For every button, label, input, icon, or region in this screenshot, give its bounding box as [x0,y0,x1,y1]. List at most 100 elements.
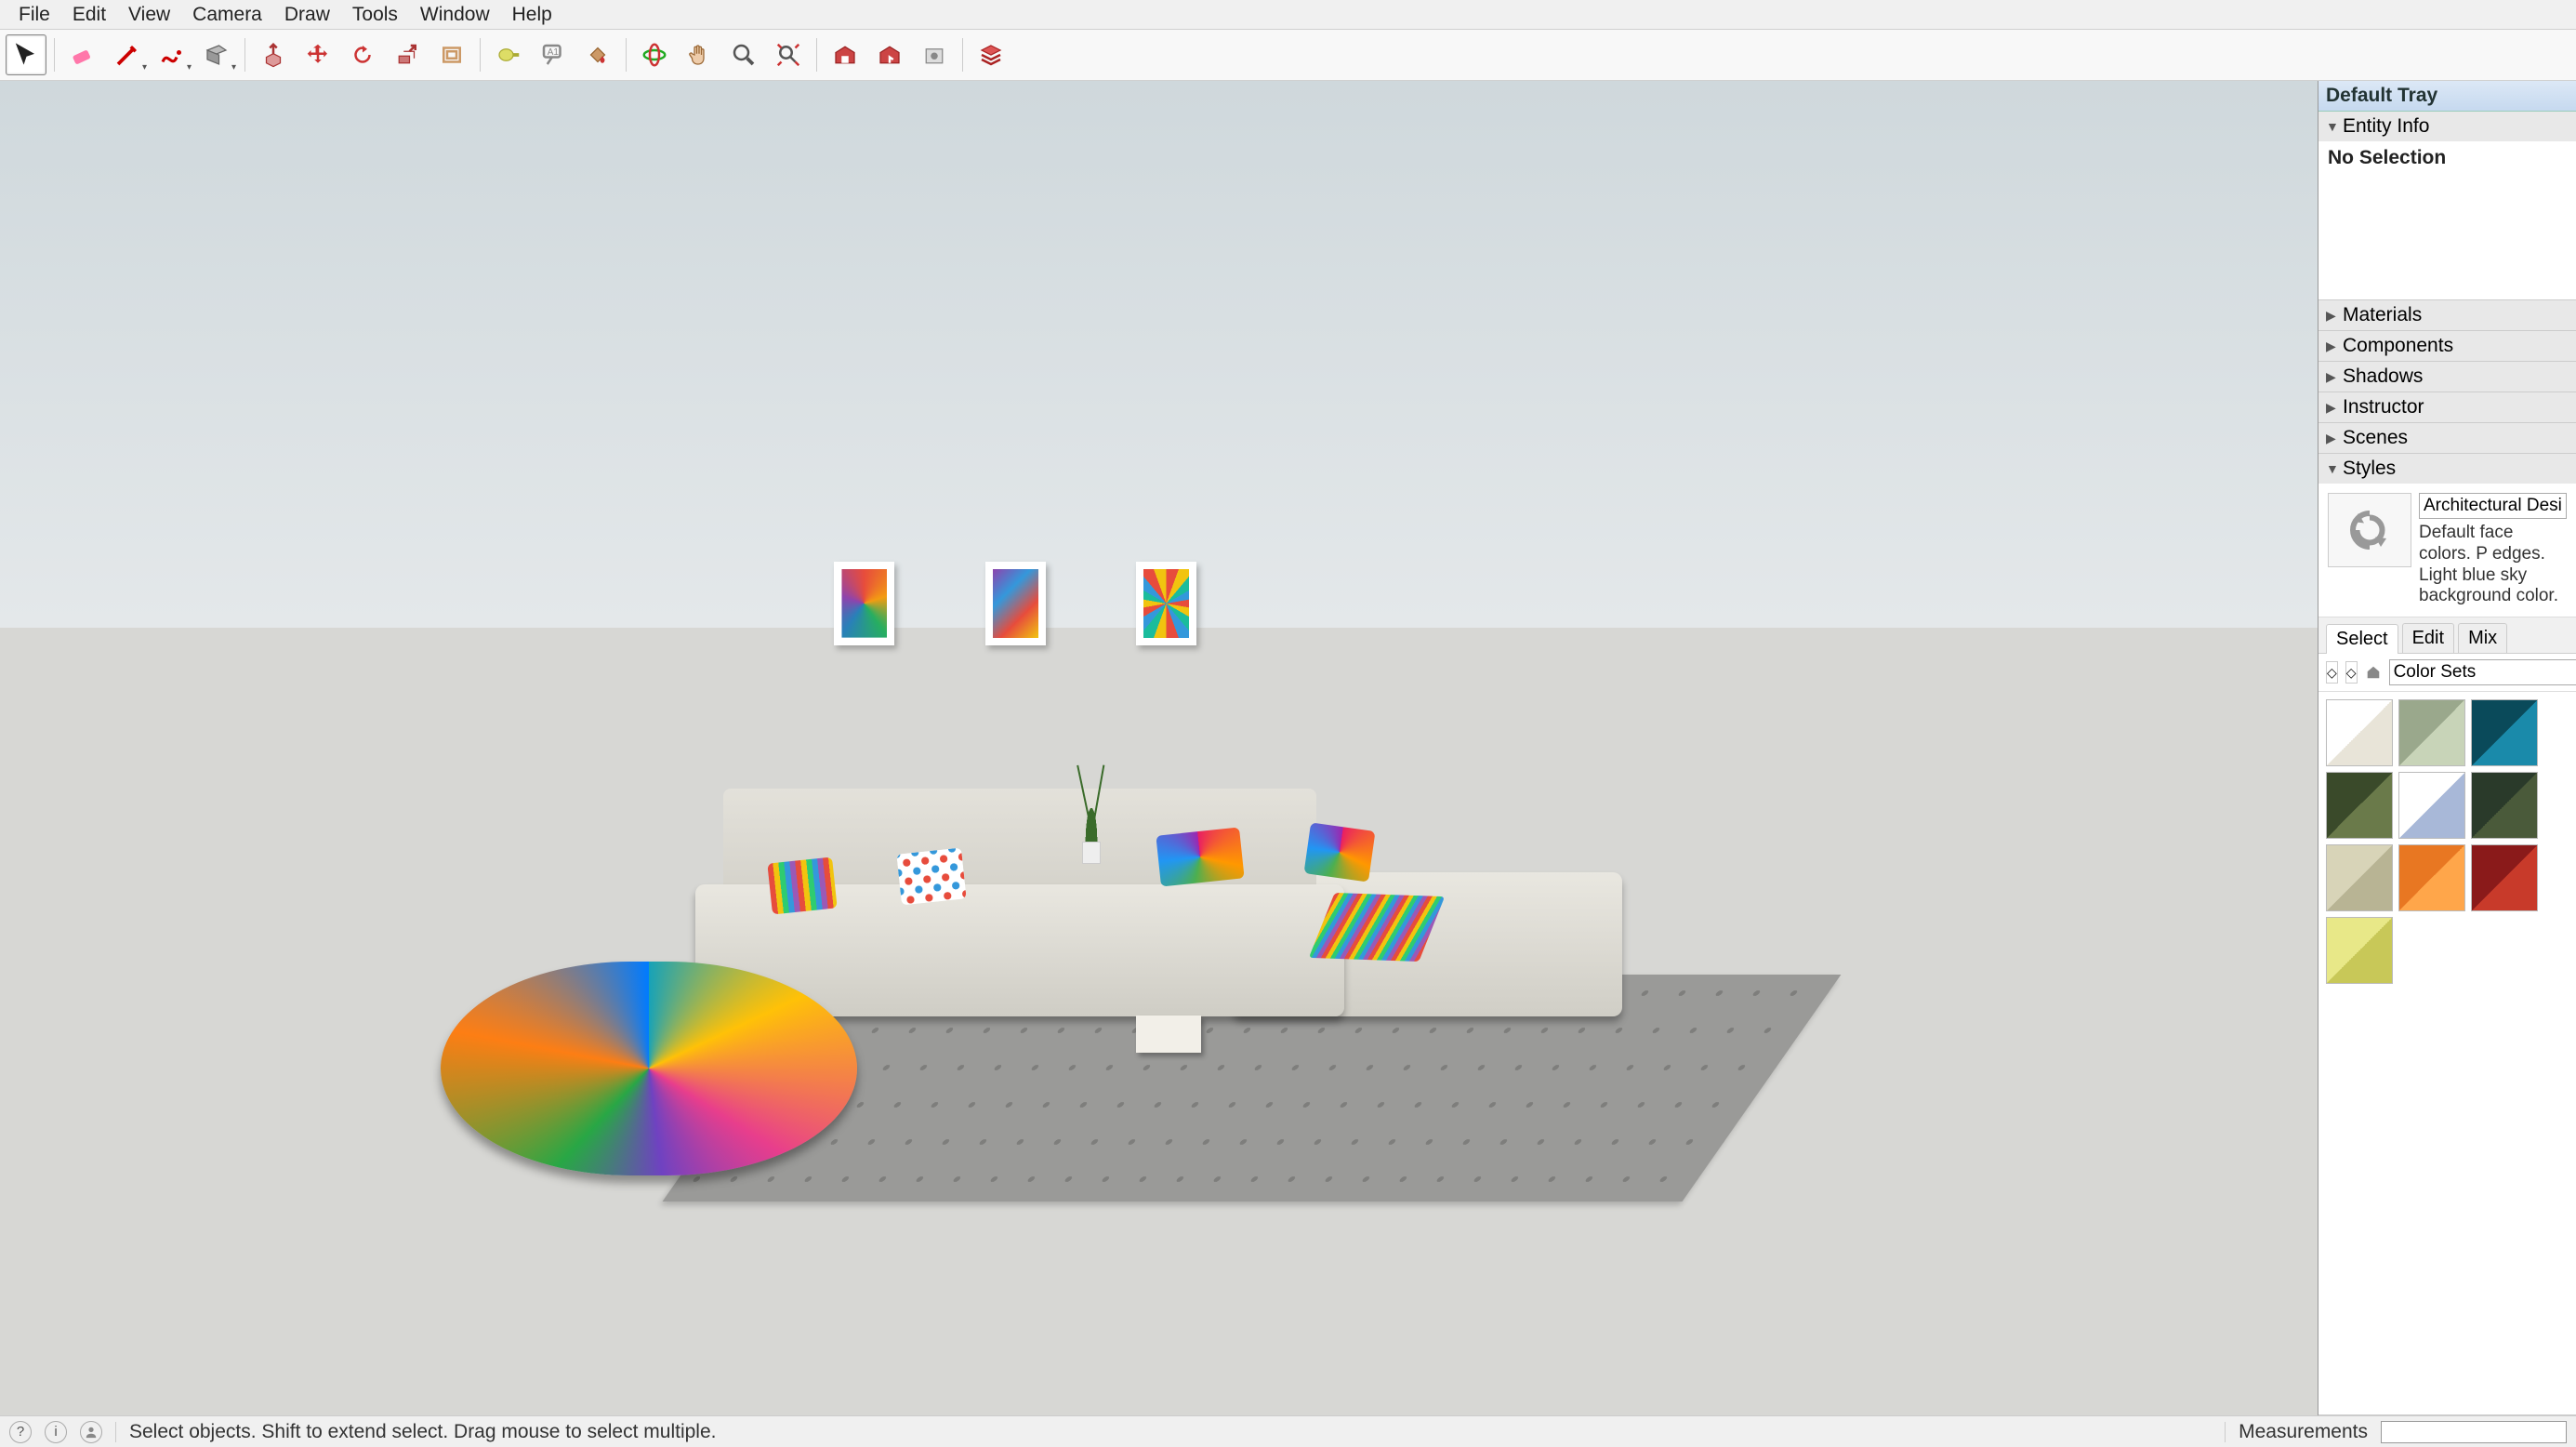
styles-nav-home[interactable] [2365,661,2382,684]
tool-scale[interactable] [387,34,428,75]
tray-head-components[interactable]: ▶ Components [2318,331,2576,361]
tool-layers[interactable] [971,34,1011,75]
style-swatch[interactable] [2326,917,2393,984]
model-beanbag [441,962,858,1175]
tool-pushpull[interactable] [253,34,294,75]
style-swatch[interactable] [2471,844,2538,911]
model-pillow-dots [897,847,967,905]
tray-head-entity-info[interactable]: ▼ Entity Info [2318,112,2576,141]
styles-collection-input[interactable] [2389,659,2576,685]
caret-right-icon: ▶ [2326,369,2337,385]
styles-nav-fwd[interactable]: ◇ [2345,661,2358,684]
style-swatch[interactable] [2398,772,2465,839]
style-swatch[interactable] [2398,699,2465,766]
menu-tools[interactable]: Tools [341,0,409,30]
model-wall-art-2 [985,562,1046,645]
tray-label-scenes: Scenes [2343,427,2408,449]
tray-label-components: Components [2343,335,2453,357]
svg-text:A1: A1 [548,47,560,58]
caret-right-icon: ▶ [2326,400,2337,416]
default-tray: Default Tray ▼ Entity Info No Selection … [2318,81,2576,1415]
separator [54,38,55,72]
tool-line[interactable]: ▾ [107,34,148,75]
menu-file[interactable]: File [7,0,61,30]
tool-share-model[interactable] [869,34,910,75]
model-wall-art-3 [1136,562,1196,645]
home-icon [2365,664,2382,681]
tool-paint[interactable] [577,34,618,75]
tool-eraser[interactable] [62,34,103,75]
viewport-3d[interactable] [0,81,2318,1415]
tool-move[interactable] [297,34,338,75]
style-swatch[interactable] [2471,699,2538,766]
tool-rotate[interactable] [342,34,383,75]
menu-draw[interactable]: Draw [273,0,341,30]
styles-preview: Default face colors. P edges. Light blue… [2318,484,2576,617]
tray-label-instructor: Instructor [2343,396,2424,418]
tool-zoom-extents[interactable] [768,34,809,75]
styles-grid [2318,692,2576,1017]
entity-info-status: No Selection [2328,147,2446,168]
styles-tab-select[interactable]: Select [2326,624,2398,654]
tool-orbit[interactable] [634,34,675,75]
tool-zoom[interactable] [723,34,764,75]
menu-help[interactable]: Help [501,0,563,30]
entity-info-body: No Selection [2318,141,2576,299]
separator [816,38,817,72]
model-ottoman [1136,1016,1201,1053]
measurements-input[interactable] [2381,1421,2567,1443]
toolbar: ▾ ▾ ▾ A1 [0,30,2576,81]
style-thumbnail-current[interactable] [2328,493,2411,567]
styles-nav-back[interactable]: ◇ [2326,661,2338,684]
model-plant [1077,762,1105,864]
separator [480,38,481,72]
model-pillow-geo-1 [1156,827,1245,886]
status-hint: Select objects. Shift to extend select. … [129,1421,716,1443]
tool-text[interactable]: A1 [533,34,574,75]
tray-head-instructor[interactable]: ▶ Instructor [2318,392,2576,422]
status-help-icon[interactable]: ? [9,1421,32,1443]
menu-camera[interactable]: Camera [181,0,273,30]
styles-nav-bar: ◇ ◇ [2318,654,2576,692]
tool-rectangle[interactable]: ▾ [196,34,237,75]
status-info-icon[interactable]: i [45,1421,67,1443]
tray-head-scenes[interactable]: ▶ Scenes [2318,423,2576,453]
tool-offset[interactable] [431,34,472,75]
caret-right-icon: ▶ [2326,339,2337,354]
tool-extension-warehouse[interactable] [914,34,955,75]
separator [962,38,963,72]
tray-label-materials: Materials [2343,304,2422,326]
model-pillow-geo-2 [1304,822,1376,882]
tool-pan[interactable] [679,34,720,75]
style-swatch[interactable] [2398,844,2465,911]
tool-freehand[interactable]: ▾ [152,34,192,75]
menu-view[interactable]: View [117,0,181,30]
menu-bar: File Edit View Camera Draw Tools Window … [0,0,2576,30]
tray-head-styles[interactable]: ▼ Styles [2318,454,2576,484]
style-name-input[interactable] [2419,493,2567,519]
caret-down-icon: ▼ [2326,461,2337,476]
tray-label-entity-info: Entity Info [2343,115,2429,138]
status-bar: ? i Select objects. Shift to extend sele… [0,1415,2576,1447]
tool-3d-warehouse[interactable] [825,34,865,75]
styles-tab-mix[interactable]: Mix [2458,623,2507,653]
style-swatch[interactable] [2326,772,2393,839]
tray-head-materials[interactable]: ▶ Materials [2318,300,2576,330]
tool-select[interactable] [6,34,46,75]
style-swatch[interactable] [2326,699,2393,766]
separator [115,1422,116,1442]
caret-right-icon: ▶ [2326,308,2337,324]
measurements-label: Measurements [2239,1421,2368,1443]
tool-tape[interactable] [488,34,529,75]
separator [244,38,245,72]
menu-edit[interactable]: Edit [61,0,117,30]
styles-tab-edit[interactable]: Edit [2402,623,2454,653]
style-swatch[interactable] [2326,844,2393,911]
status-user-icon[interactable] [80,1421,102,1443]
style-swatch[interactable] [2471,772,2538,839]
menu-window[interactable]: Window [409,0,501,30]
caret-right-icon: ▶ [2326,431,2337,446]
refresh-icon [2342,502,2398,558]
tray-title[interactable]: Default Tray [2318,81,2576,112]
tray-head-shadows[interactable]: ▶Shadows [2318,362,2576,392]
